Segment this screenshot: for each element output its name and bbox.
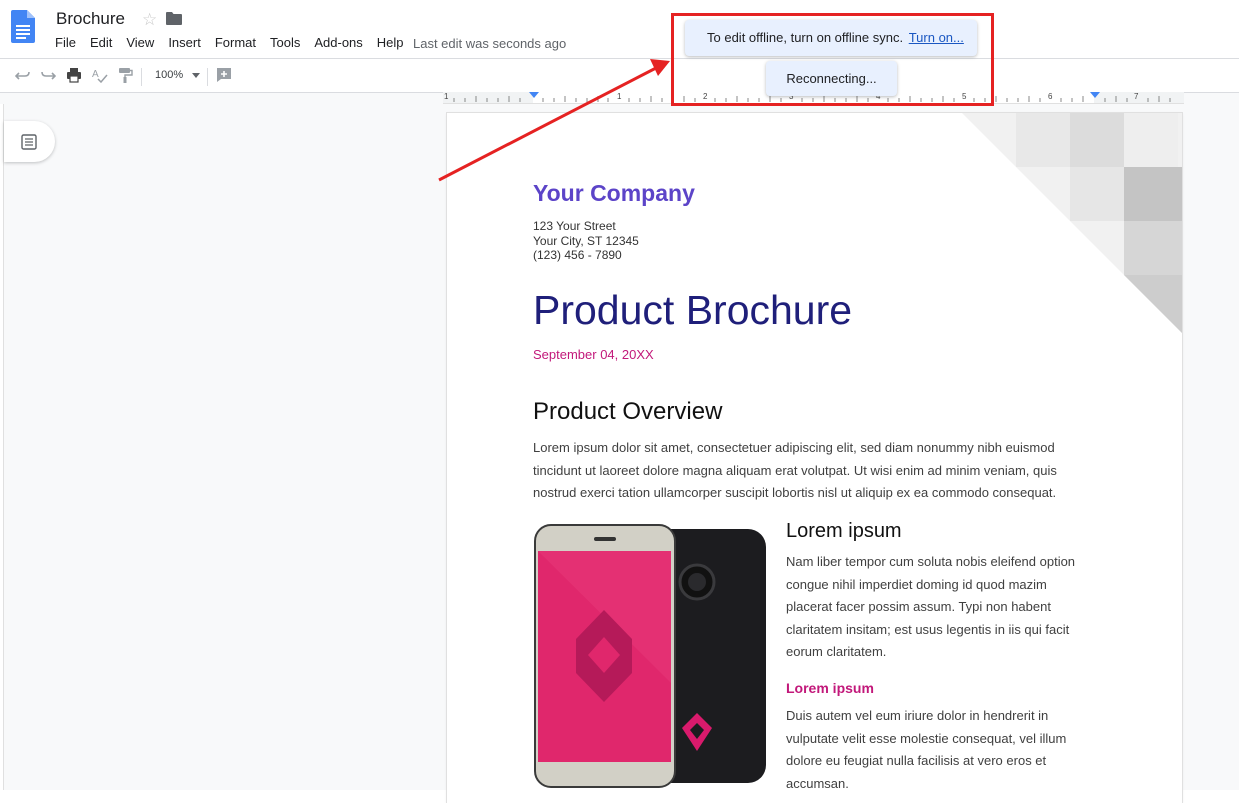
overview-paragraph: Lorem ipsum dolor sit amet, consectetuer…: [533, 440, 1057, 500]
star-icon[interactable]: ☆: [142, 10, 157, 30]
document-heading: Product Brochure: [533, 287, 853, 333]
menu-help[interactable]: Help: [370, 35, 411, 50]
last-edit-status[interactable]: Last edit was seconds ago: [413, 36, 566, 51]
outline-list-icon: [21, 134, 37, 150]
menu-format[interactable]: Format: [208, 35, 263, 50]
phone-illustration: [534, 524, 766, 788]
print-icon[interactable]: [66, 67, 82, 83]
ruler-number: 7: [1134, 92, 1139, 101]
minor-heading: Lorem ipsum: [786, 680, 874, 696]
document-page[interactable]: Your Company 123 Your Street Your City, …: [447, 113, 1182, 803]
minor-paragraph: Duis autem vel eum iriure dolor in hendr…: [786, 708, 1067, 791]
indent-marker-icon[interactable]: [529, 92, 539, 100]
svg-text:A: A: [92, 69, 99, 80]
menu-insert[interactable]: Insert: [161, 35, 208, 50]
toolbar-divider: [141, 68, 142, 86]
document-title[interactable]: Brochure: [56, 9, 125, 29]
vertical-ruler: [0, 104, 4, 790]
ruler-number: 1: [617, 92, 622, 101]
address-line: 123 Your Street: [533, 219, 616, 233]
right-indent-marker-icon[interactable]: [1090, 92, 1100, 100]
zoom-select[interactable]: 100%: [155, 69, 183, 81]
subsection-heading: Lorem ipsum: [786, 520, 902, 542]
section-heading: Product Overview: [533, 398, 723, 425]
paint-format-icon[interactable]: [117, 67, 133, 83]
menu-edit[interactable]: Edit: [83, 35, 119, 50]
address-line: Your City, ST 12345: [533, 234, 639, 248]
undo-icon[interactable]: [15, 67, 31, 83]
company-name: Your Company: [533, 180, 695, 206]
chevron-down-icon[interactable]: [192, 73, 200, 78]
menu-addons[interactable]: Add-ons: [307, 35, 369, 50]
redo-icon[interactable]: [40, 67, 56, 83]
menu-view[interactable]: View: [119, 35, 161, 50]
annotation-highlight-box: [671, 13, 994, 106]
add-comment-icon[interactable]: [216, 67, 232, 83]
toolbar: A 100%: [0, 58, 1239, 92]
menu-file[interactable]: File: [48, 35, 83, 50]
ruler-number: 6: [1048, 92, 1053, 101]
menu-bar: File Edit View Insert Format Tools Add-o…: [48, 35, 411, 50]
spellcheck-icon[interactable]: A: [92, 67, 108, 83]
phone-line: (123) 456 - 7890: [533, 248, 622, 262]
document-outline-button[interactable]: [4, 121, 55, 162]
app-header: Brochure ☆ File Edit View Insert Format …: [0, 0, 1239, 58]
menu-tools[interactable]: Tools: [263, 35, 307, 50]
document-date: September 04, 20XX: [533, 347, 654, 362]
ruler-number: 1: [444, 92, 449, 101]
toolbar-divider: [207, 68, 208, 86]
google-docs-logo-icon[interactable]: [11, 10, 35, 43]
pixel-corner-decoration: [962, 113, 1182, 333]
subsection-paragraph: Nam liber tempor cum soluta nobis eleife…: [786, 554, 1076, 659]
folder-icon[interactable]: [166, 12, 182, 25]
